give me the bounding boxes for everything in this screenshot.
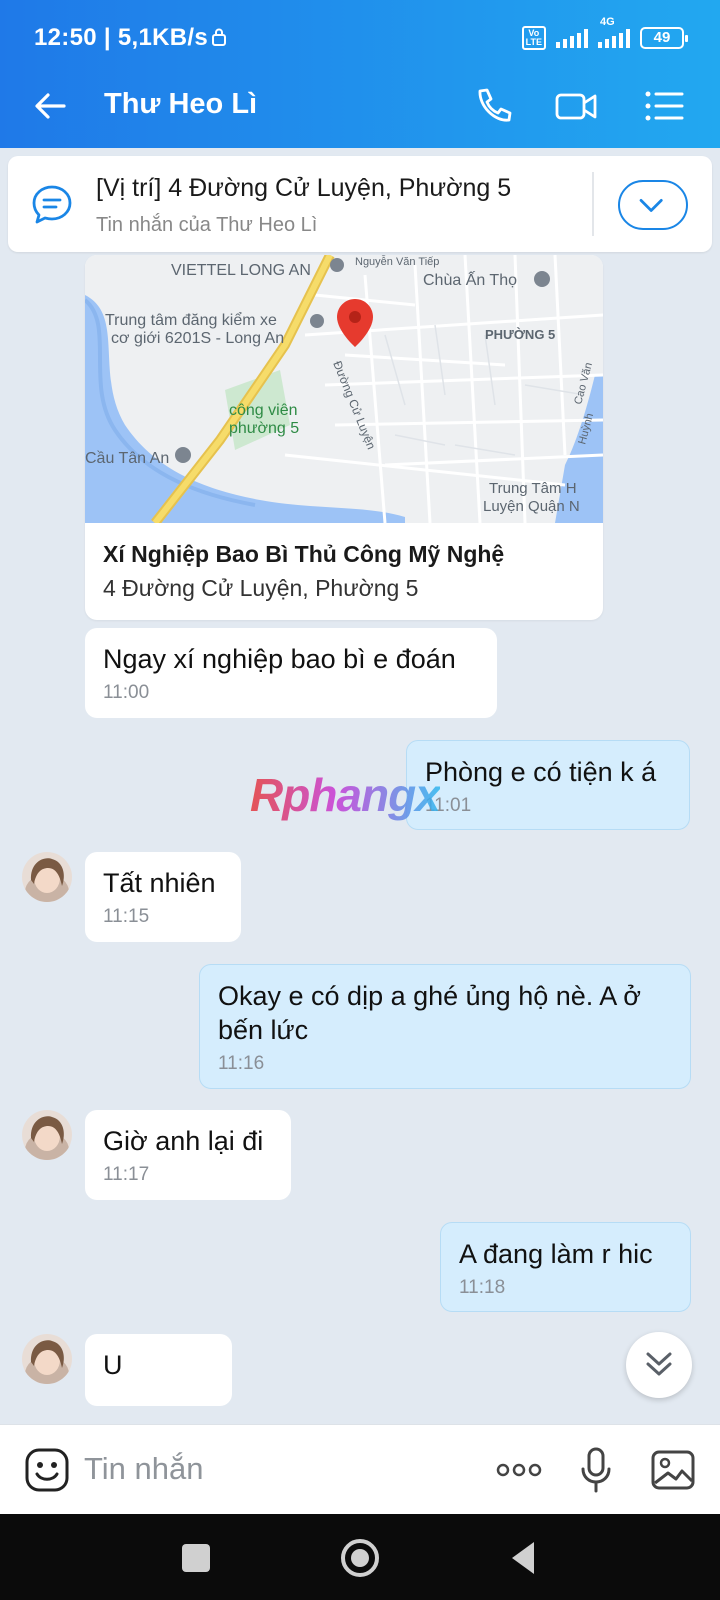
map-label: Trung tâm đăng kiểm xe (105, 311, 277, 329)
map-label: Cầu Tân An (85, 450, 169, 467)
message-bubble-outgoing[interactable]: Phòng e có tiện k á 11:01 (406, 740, 690, 830)
avatar-image (22, 852, 72, 902)
message-text: Ngay xí nghiệp bao bì e đoán (103, 644, 456, 674)
avatar[interactable] (22, 1110, 72, 1160)
message-time: 11:15 (103, 906, 150, 927)
message-time: 11:00 (103, 682, 150, 703)
map-label: Luyện Quận N (483, 498, 580, 515)
location-title: Xí Nghiệp Bao Bì Thủ Công Mỹ Nghệ (103, 541, 505, 567)
message-time: 11:17 (103, 1164, 150, 1185)
message-text: Okay e có dịp a ghé ủng hộ nè. A ở bến l… (218, 981, 642, 1045)
message-text: Giờ anh lại đi (103, 1126, 264, 1156)
message-input-bar: Tin nhắn (0, 1424, 720, 1514)
location-message-card[interactable]: VIETTEL LONG AN Nguyễn Văn Tiếp Chùa Ấn … (85, 255, 603, 620)
map-label: VIETTEL LONG AN (171, 262, 311, 279)
pinned-expand-button[interactable] (618, 180, 688, 230)
signal-4g-icon: 4G (598, 16, 630, 48)
lock-icon (212, 28, 226, 46)
back-arrow-icon[interactable] (30, 86, 70, 126)
avatar[interactable] (22, 1334, 72, 1384)
home-icon[interactable] (338, 1536, 382, 1580)
map-preview[interactable]: VIETTEL LONG AN Nguyễn Văn Tiếp Chùa Ấn … (85, 255, 603, 523)
map-label: Nguyễn Văn Tiếp (355, 255, 439, 268)
chevron-down-icon (639, 199, 663, 212)
message-text: Tất nhiên (103, 868, 216, 898)
back-icon[interactable] (502, 1536, 546, 1580)
watermark-logo: Rphangx (250, 769, 441, 821)
map-label: công viên (229, 402, 298, 419)
volte-icon: Vo LTE (521, 26, 546, 50)
message-bubble-incoming[interactable]: Giờ anh lại đi 11:17 (85, 1110, 291, 1200)
message-text: A đang làm r hic (459, 1239, 653, 1269)
chat-title[interactable]: Thư Heo Lì (104, 88, 257, 121)
pinned-message-bar[interactable]: [Vị trí] 4 Đường Cử Luyện, Phường 5 Tin … (8, 156, 712, 252)
message-time: 11:16 (218, 1053, 265, 1074)
map-label: phường 5 (229, 420, 299, 437)
location-address: 4 Đường Cử Luyện, Phường 5 (103, 575, 419, 601)
avatar-image (22, 1334, 72, 1384)
image-gallery-icon[interactable] (650, 1447, 696, 1493)
status-bar: 12:50 | 5,1KB/s Vo LTE 4G 49 (0, 0, 720, 62)
microphone-icon[interactable] (578, 1447, 614, 1493)
system-navigation-bar (0, 1514, 720, 1600)
pinned-text: [Vị trí] 4 Đường Cử Luyện, Phường 5 (96, 174, 512, 202)
battery-icon: 49 (640, 27, 688, 49)
message-bubble-incoming[interactable]: U (85, 1334, 232, 1406)
map-label: cơ giới 6201S - Long An (111, 330, 284, 347)
video-call-icon[interactable] (554, 84, 598, 128)
message-bubble-outgoing[interactable]: A đang làm r hic 11:18 (440, 1222, 691, 1312)
sticker-emoji-icon[interactable] (24, 1447, 70, 1493)
avatar[interactable] (22, 852, 72, 902)
message-time: 11:01 (425, 795, 472, 816)
phone-icon[interactable] (470, 84, 514, 128)
message-bubble-incoming[interactable]: Tất nhiên 11:15 (85, 852, 241, 942)
pinned-subtext: Tin nhắn của Thư Heo Lì (96, 214, 318, 236)
scroll-to-bottom-button[interactable] (626, 1332, 692, 1398)
divider (592, 172, 594, 236)
signal-icon (556, 28, 588, 48)
message-text: Phòng e có tiện k á (425, 757, 657, 787)
avatar-image (22, 1110, 72, 1160)
message-input[interactable]: Tin nhắn (84, 1451, 204, 1487)
map-label: PHƯỜNG 5 (485, 327, 555, 342)
chat-header: Thư Heo Lì (0, 62, 720, 148)
message-time: 11:18 (459, 1277, 506, 1298)
double-chevron-down-icon (646, 1352, 672, 1376)
message-bubble-icon (32, 185, 72, 224)
map-label: Chùa Ấn Thọ (423, 270, 517, 289)
more-options-icon[interactable] (494, 1447, 544, 1493)
status-time: 12:50 | 5,1KB/s (34, 24, 208, 51)
recent-apps-icon[interactable] (174, 1536, 218, 1580)
map-label: Trung Tâm H (489, 480, 577, 497)
message-bubble-outgoing[interactable]: Okay e có dịp a ghé ủng hộ nè. A ở bến l… (199, 964, 691, 1089)
message-text: U (103, 1350, 123, 1380)
message-bubble-incoming[interactable]: Ngay xí nghiệp bao bì e đoán 11:00 (85, 628, 497, 718)
menu-list-icon[interactable] (642, 84, 686, 128)
